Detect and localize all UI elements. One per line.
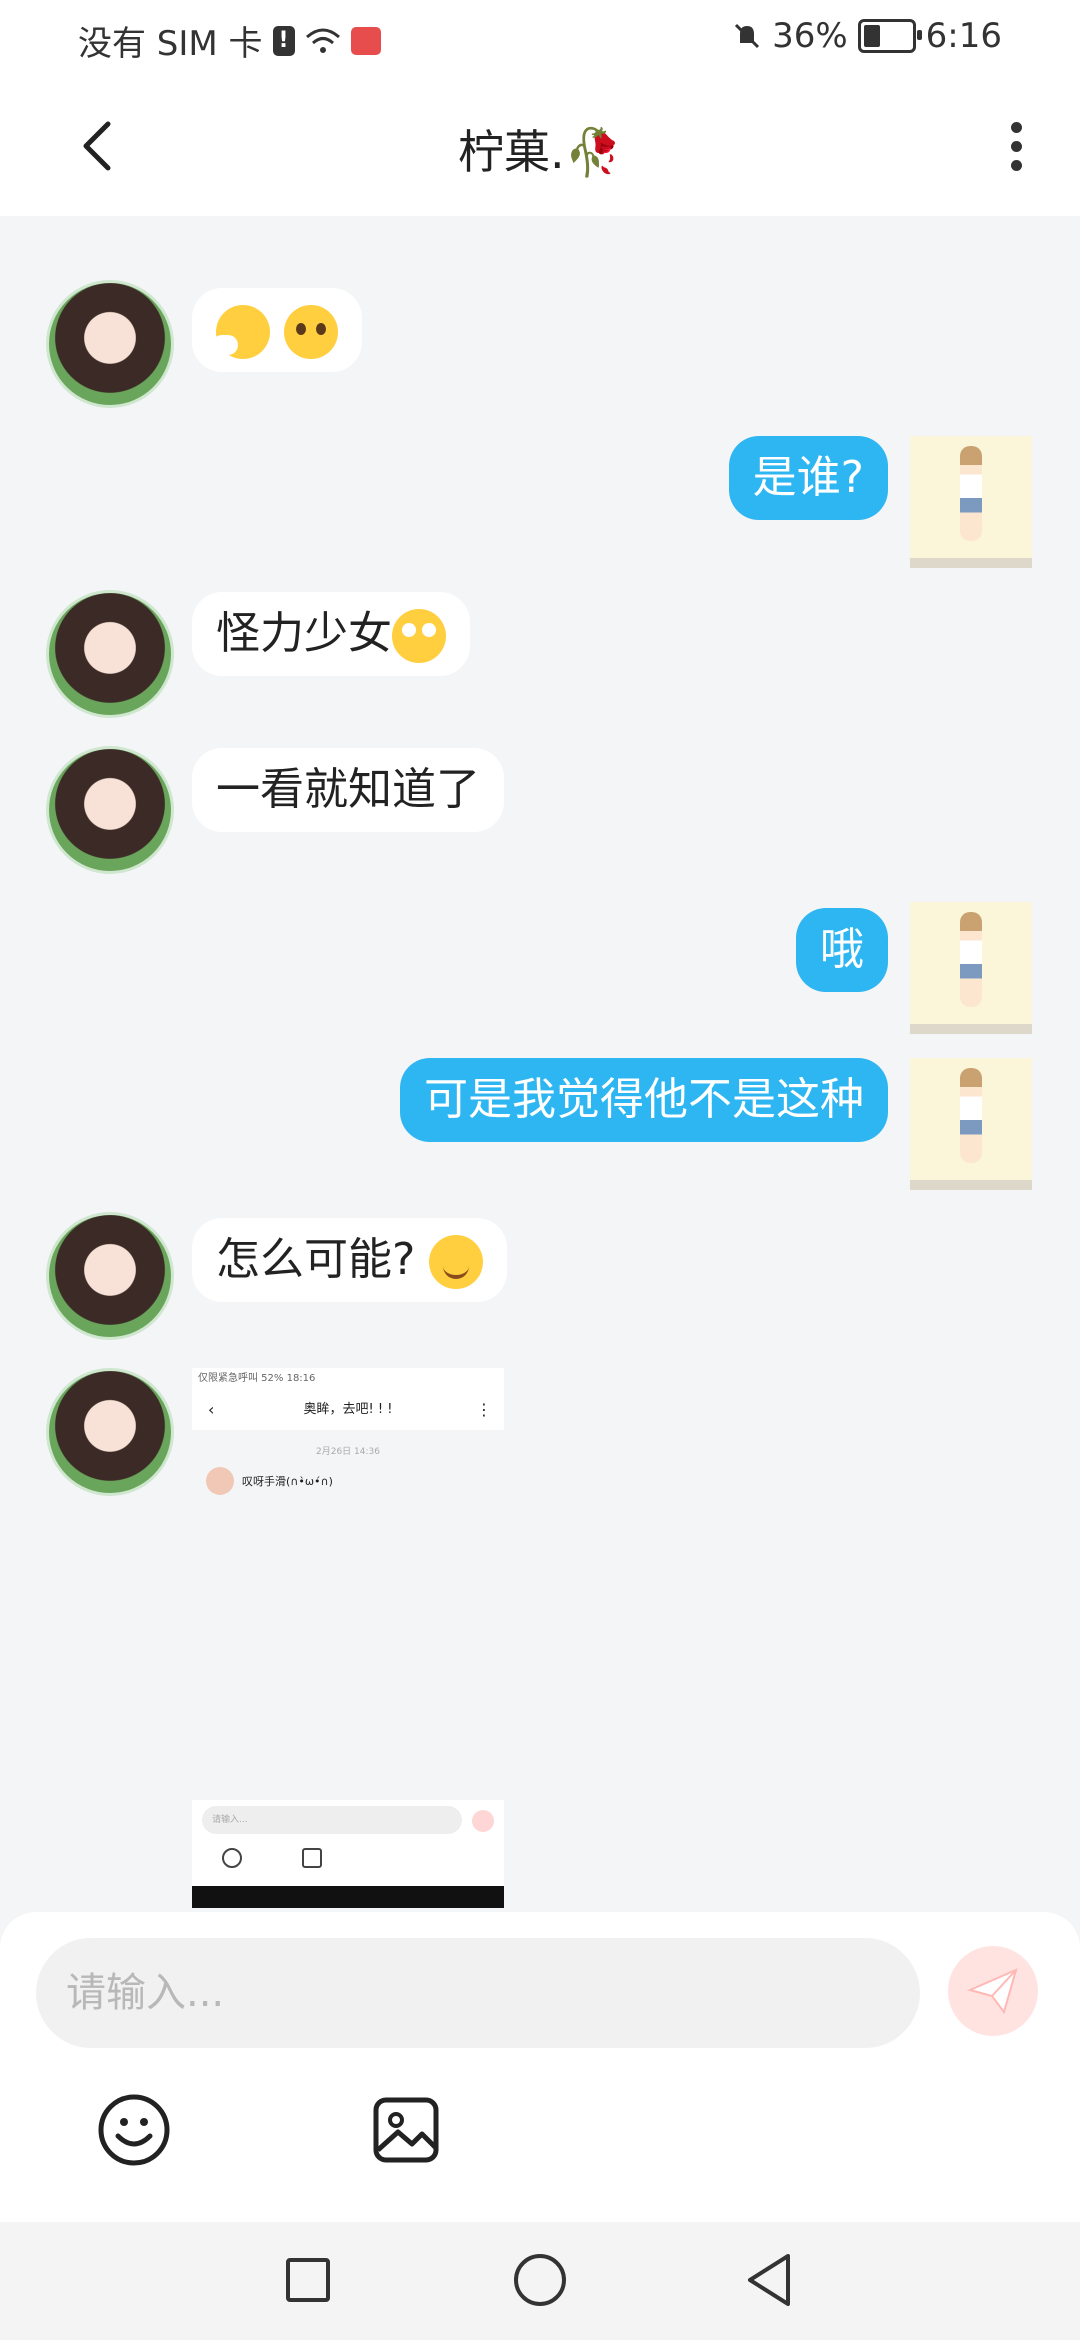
chat-list[interactable]: 是谁? 怪力少女 一看就知道了 哦 可是我觉得他不是这种 怎么可能? 仅限紧急呼…: [0, 216, 1080, 1912]
screenshot-body: 2月26日 14:36 叹呀手滑(∩•̀ω•́∩): [192, 1430, 504, 1800]
screenshot-preview-text: 叹呀手滑(∩•̀ω•́∩): [242, 1475, 333, 1488]
avatar[interactable]: [46, 746, 174, 874]
screenshot-more-icon: ⋮: [476, 1400, 492, 1419]
message-bubble[interactable]: 是谁?: [728, 436, 888, 520]
composer: 请输入...: [0, 1912, 1080, 2222]
my-avatar[interactable]: [910, 1058, 1032, 1190]
screenshot-header: ‹ 奥眸，去吧! ! ! ⋮: [192, 1390, 504, 1431]
message-bubble[interactable]: 怎么可能?: [192, 1218, 508, 1302]
emoji-icon[interactable]: [96, 2092, 172, 2168]
screenshot-back-icon: ‹: [208, 1400, 215, 1419]
avatar[interactable]: [46, 1212, 174, 1340]
screenshot-message: 叹呀手滑(∩•̀ω•́∩): [206, 1467, 504, 1495]
more-icon[interactable]: [996, 114, 1036, 178]
send-button[interactable]: [948, 1946, 1038, 2036]
mute-bell-icon: [735, 23, 760, 49]
pleading-emoji-icon: [284, 305, 338, 359]
page-title: 柠菓.🥀: [458, 125, 622, 179]
system-navbar: [0, 2222, 1080, 2340]
screenshot-send-icon: [472, 1810, 494, 1832]
chat-header: 柠菓.🥀: [0, 76, 1080, 216]
nav-back-icon[interactable]: [744, 2252, 794, 2308]
message-text: 怎么可能?: [216, 1234, 430, 1285]
screenshot-input-area: 请输入...: [192, 1800, 504, 1886]
nav-square-icon[interactable]: [286, 2258, 330, 2302]
status-right: 36% 6:16: [732, 16, 1002, 56]
my-avatar[interactable]: [910, 436, 1032, 568]
carrier-text: 没有 SIM 卡: [78, 24, 263, 64]
battery-icon: [857, 19, 922, 53]
reader-app-icon: [350, 26, 381, 55]
avatar[interactable]: [46, 280, 174, 408]
message-input[interactable]: 请输入...: [36, 1938, 920, 2048]
eye-roll-emoji-icon: [392, 609, 446, 663]
alert-icon: !: [272, 25, 295, 56]
avatar[interactable]: [46, 590, 174, 718]
battery-percent: 36%: [772, 16, 848, 56]
screenshot-image-icon: [302, 1848, 322, 1868]
screenshot-emoji-icon: [222, 1848, 242, 1868]
message-bubble[interactable]: [192, 288, 362, 372]
clock: 6:16: [925, 16, 1002, 56]
screenshot-input: 请输入...: [202, 1806, 462, 1834]
message-bubble[interactable]: 一看就知道了: [192, 748, 504, 832]
status-bar: 没有 SIM 卡 ! 36% 6:16: [0, 0, 1080, 76]
wifi-icon: [305, 28, 340, 53]
image-icon[interactable]: [368, 2092, 444, 2168]
nav-circle-icon[interactable]: [514, 2254, 566, 2306]
send-icon: [966, 1968, 1018, 2015]
screenshot-status: 仅限紧急呼叫 52% 18:16: [192, 1368, 504, 1390]
my-avatar[interactable]: [910, 902, 1032, 1034]
status-left: 没有 SIM 卡 !: [78, 16, 381, 65]
message-text: 怪力少女: [216, 608, 392, 659]
screenshot-avatar: [206, 1467, 234, 1495]
smile-emoji-icon: [429, 1235, 484, 1289]
avatar[interactable]: [46, 1368, 174, 1496]
screenshot-title: 奥眸，去吧! ! !: [303, 1402, 393, 1417]
message-bubble[interactable]: 可是我觉得他不是这种: [400, 1058, 888, 1142]
message-bubble[interactable]: 哦: [796, 908, 888, 992]
screenshot-navbar: [192, 1886, 504, 1908]
screenshot-date: 2月26日 14:36: [316, 1447, 380, 1457]
sneeze-emoji-icon: [212, 305, 270, 359]
image-message[interactable]: 仅限紧急呼叫 52% 18:16 ‹ 奥眸，去吧! ! ! ⋮ 2月26日 14…: [192, 1368, 504, 1908]
message-bubble[interactable]: 怪力少女: [192, 592, 470, 676]
